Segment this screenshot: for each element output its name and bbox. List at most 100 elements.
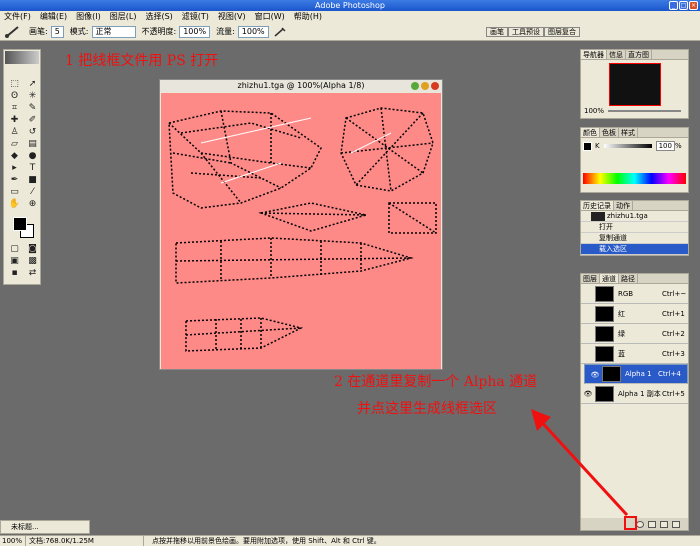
maximize-button[interactable]: □: [679, 1, 688, 10]
zoom-tool-icon[interactable]: ⊕: [25, 199, 40, 210]
standard-mode-icon[interactable]: ▢: [7, 244, 22, 255]
notes-tool-icon[interactable]: ▭: [7, 187, 22, 198]
document-maximize-button[interactable]: [421, 82, 429, 90]
status-hint: 点按并拖移以用前景色绘画。要用附加选项，使用 Shift、Alt 和 Ctrl …: [152, 537, 381, 545]
menu-image[interactable]: 图像(I): [76, 11, 101, 23]
mode-select[interactable]: 正常: [91, 25, 136, 38]
color-k-value[interactable]: 100: [655, 141, 675, 151]
brush-size-picker[interactable]: 5: [50, 25, 64, 38]
menu-select[interactable]: 选择(S): [145, 11, 172, 23]
tab-color[interactable]: 颜色: [581, 128, 600, 137]
shape-tool-icon[interactable]: ■: [25, 175, 40, 186]
delete-channel-icon[interactable]: [672, 520, 680, 528]
history-snapshot[interactable]: zhizhu1.tga: [581, 211, 688, 222]
tab-navigator[interactable]: 导航器: [581, 50, 607, 59]
visibility-eye-icon[interactable]: [583, 310, 593, 318]
type-tool-icon[interactable]: T: [25, 163, 40, 174]
flow-input[interactable]: 100%: [237, 25, 269, 38]
color-foreground-chip[interactable]: [583, 141, 592, 151]
history-item[interactable]: 打开: [581, 222, 688, 233]
stamp-tool-icon[interactable]: ♙: [7, 127, 22, 138]
tab-styles[interactable]: 样式: [619, 128, 638, 137]
history-item[interactable]: 复制通道: [581, 233, 688, 244]
load-channel-as-selection-icon[interactable]: [636, 520, 644, 528]
palette-well-tab-layer-comps[interactable]: 图层复合: [544, 27, 580, 37]
palette-well-tab-tool-presets[interactable]: 工具预设: [508, 27, 544, 37]
visibility-eye-icon[interactable]: [583, 350, 593, 358]
navigator-preview[interactable]: [608, 63, 661, 106]
screen-mode-black-icon[interactable]: ▪: [7, 268, 22, 279]
minimize-button[interactable]: _: [669, 1, 678, 10]
navigator-zoom-slider[interactable]: [608, 110, 681, 112]
healing-brush-tool-icon[interactable]: ✚: [7, 115, 22, 126]
menu-view[interactable]: 视图(V): [218, 11, 246, 23]
status-zoom[interactable]: 100%: [0, 536, 26, 546]
menu-window[interactable]: 窗口(W): [255, 11, 285, 23]
eyedropper-tool-icon[interactable]: ⁄: [25, 187, 40, 198]
menu-edit[interactable]: 编辑(E): [40, 11, 67, 23]
tab-actions[interactable]: 动作: [614, 201, 633, 210]
menu-filter[interactable]: 滤镜(T): [182, 11, 209, 23]
path-selection-tool-icon[interactable]: ▸: [7, 163, 22, 174]
visibility-eye-icon[interactable]: 👁: [590, 370, 600, 379]
visibility-eye-icon[interactable]: 👁: [583, 390, 593, 398]
status-doc-size[interactable]: 文档:768.0K/1.25M: [26, 536, 144, 546]
document-titlebar[interactable]: zhizhu1.tga @ 100%(Alpha 1/8): [160, 80, 442, 92]
lasso-tool-icon[interactable]: ʘ: [7, 91, 22, 102]
airbrush-icon[interactable]: [273, 26, 287, 38]
blur-tool-icon[interactable]: ◆: [7, 151, 22, 162]
tab-paths[interactable]: 路径: [619, 274, 638, 283]
channel-row-green[interactable]: 绿 Ctrl+2: [581, 324, 688, 344]
pen-tool-icon[interactable]: ✒: [7, 175, 22, 186]
jump-to-imageready-icon[interactable]: ⇄: [25, 268, 40, 279]
screen-mode-standard-icon[interactable]: ▣: [7, 256, 22, 267]
brush-tool-icon[interactable]: ✐: [25, 115, 40, 126]
visibility-eye-icon[interactable]: [583, 330, 593, 338]
dodge-tool-icon[interactable]: ●: [25, 151, 40, 162]
tab-layers[interactable]: 图层: [581, 274, 600, 283]
quick-mask-mode-icon[interactable]: ◙: [25, 244, 40, 255]
magic-wand-tool-icon[interactable]: ✳: [25, 91, 40, 102]
move-tool-icon[interactable]: ➚: [25, 79, 40, 90]
menu-file[interactable]: 文件(F): [4, 11, 31, 23]
menu-layer[interactable]: 图层(L): [110, 11, 137, 23]
menu-help[interactable]: 帮助(H): [294, 11, 322, 23]
color-k-slider[interactable]: [603, 144, 652, 148]
tab-swatches[interactable]: 色板: [600, 128, 619, 137]
channel-shortcut: Ctrl+3: [662, 349, 685, 358]
minimized-document[interactable]: 未标题...: [0, 520, 90, 534]
channel-row-rgb[interactable]: RGB Ctrl+~: [581, 284, 688, 304]
document-minimize-button[interactable]: [411, 82, 419, 90]
channel-row-blue[interactable]: 蓝 Ctrl+3: [581, 344, 688, 364]
channel-name: Alpha 1: [625, 370, 652, 378]
history-item-current[interactable]: 载入选区: [581, 244, 688, 255]
eraser-tool-icon[interactable]: ▱: [7, 139, 22, 150]
color-swatches[interactable]: [10, 214, 40, 240]
slice-tool-icon[interactable]: ✎: [25, 103, 40, 114]
palette-well-tab-brushes[interactable]: 画笔: [486, 27, 508, 37]
visibility-eye-icon[interactable]: [583, 290, 593, 298]
channel-row-alpha-1-copy[interactable]: 👁 Alpha 1 副本 Ctrl+5: [581, 384, 688, 404]
tab-history[interactable]: 历史记录: [581, 201, 614, 210]
navigator-zoom-value[interactable]: 100%: [584, 107, 604, 115]
close-button[interactable]: ×: [689, 1, 698, 10]
tab-channels[interactable]: 通道: [600, 274, 619, 283]
document-close-button[interactable]: [431, 82, 439, 90]
new-channel-icon[interactable]: [660, 520, 668, 528]
gradient-tool-icon[interactable]: ▤: [25, 139, 40, 150]
document-canvas[interactable]: [161, 93, 441, 369]
app-titlebar: Adobe Photoshop _ □ ×: [0, 0, 700, 11]
foreground-color-swatch[interactable]: [13, 217, 27, 231]
save-selection-as-channel-icon[interactable]: [648, 520, 656, 528]
crop-tool-icon[interactable]: ⌗: [7, 103, 22, 114]
screen-mode-full-icon[interactable]: ▩: [25, 256, 40, 267]
marquee-tool-icon[interactable]: ⬚: [7, 79, 22, 90]
tab-info[interactable]: 信息: [607, 50, 626, 59]
tab-histogram[interactable]: 直方图: [626, 50, 652, 59]
color-spectrum-ramp[interactable]: [583, 173, 686, 184]
history-brush-tool-icon[interactable]: ↺: [25, 127, 40, 138]
opacity-input[interactable]: 100%: [179, 25, 211, 38]
hand-tool-icon[interactable]: ✋: [7, 199, 22, 210]
channel-row-alpha-1[interactable]: 👁 Alpha 1 Ctrl+4: [584, 364, 688, 384]
channel-row-red[interactable]: 红 Ctrl+1: [581, 304, 688, 324]
